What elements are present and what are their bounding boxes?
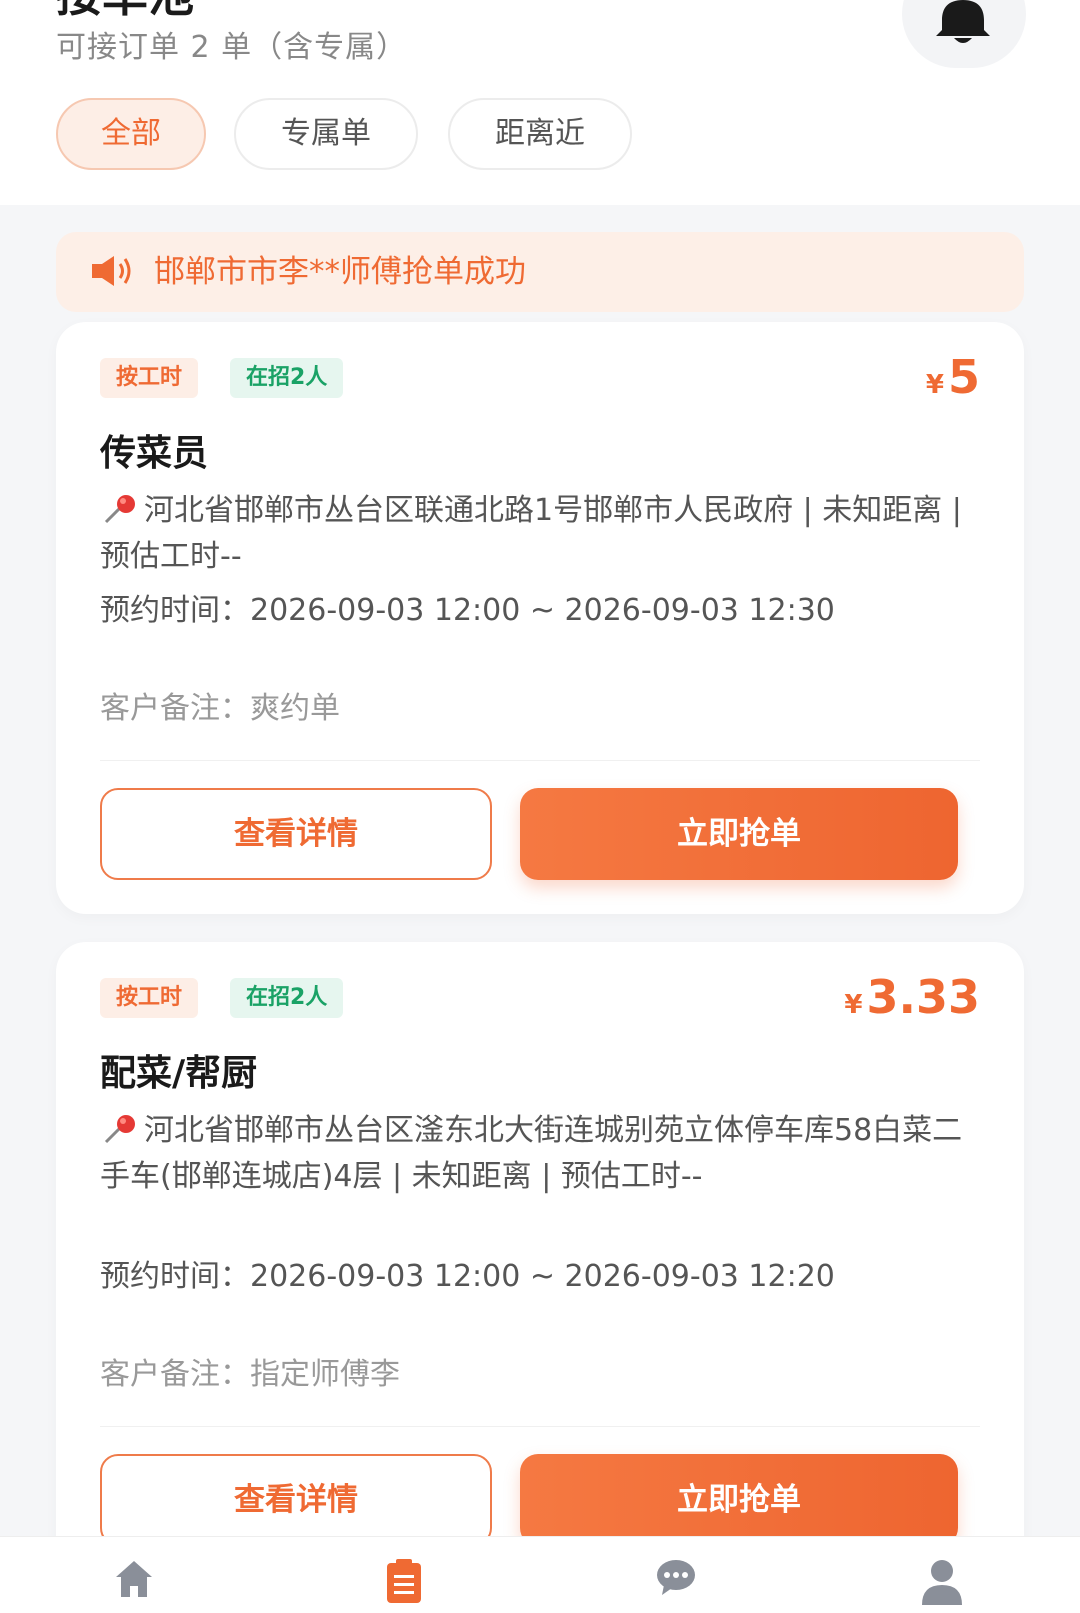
appointment-time: 预约时间：2026-09-03 12:00 ~ 2026-09-03 12:30 — [100, 593, 835, 628]
order-pool-page: 接单池 可接订单 2 单（含专属） 全部 专属单 距离近 邯郸市市李**师傅抢单… — [0, 0, 1080, 1613]
location-pin-icon — [104, 1115, 135, 1144]
view-details-button[interactable]: 查看详情 — [100, 788, 492, 880]
bell-icon — [936, 0, 990, 43]
address-text: 河北省邯郸市丛台区联通北路1号邯郸市人民政府 | 未知距离 | 预估工时-- — [100, 493, 962, 574]
currency-symbol: ¥ — [925, 370, 944, 400]
filter-all[interactable]: 全部 — [56, 98, 206, 170]
billing-type-tag: 按工时 — [100, 358, 199, 398]
home-icon — [116, 1561, 152, 1597]
page-title: 接单池 — [56, 0, 194, 20]
tab-home[interactable] — [94, 1537, 174, 1613]
location-pin-icon — [104, 495, 135, 524]
address-text: 河北省邯郸市丛台区滏东北大街连城别苑立体停车库58白菜二手车(邯郸连城店)4层 … — [100, 1113, 963, 1194]
order-address: 河北省邯郸市丛台区滏东北大街连城别苑立体停车库58白菜二手车(邯郸连城店)4层 … — [100, 1108, 980, 1200]
grab-order-button[interactable]: 立即抢单 — [520, 788, 958, 880]
customer-note: 客户备注：指定师傅李 — [100, 1357, 400, 1392]
header: 接单池 可接订单 2 单（含专属） 全部 专属单 距离近 — [0, 0, 1080, 205]
filter-exclusive[interactable]: 专属单 — [234, 98, 418, 170]
card-divider — [100, 1426, 980, 1427]
grab-success-banner: 邯郸市市李**师傅抢单成功 — [56, 232, 1024, 312]
order-price: ¥5 — [926, 350, 980, 404]
card-divider — [100, 760, 980, 761]
bottom-tab-bar — [0, 1536, 1080, 1613]
profile-icon — [922, 1560, 962, 1605]
appointment-time: 预约时间：2026-09-03 12:00 ~ 2026-09-03 12:20 — [100, 1259, 835, 1294]
price-amount: 5 — [947, 350, 980, 404]
filter-nearby[interactable]: 距离近 — [448, 98, 632, 170]
banner-text: 邯郸市市李**师傅抢单成功 — [154, 254, 526, 290]
customer-note: 客户备注：爽约单 — [100, 691, 340, 726]
orders-icon — [387, 1559, 421, 1603]
hiring-count-tag: 在招2人 — [230, 978, 344, 1018]
view-details-button[interactable]: 查看详情 — [100, 1454, 492, 1546]
job-title: 传菜员 — [100, 433, 209, 474]
grab-order-button[interactable]: 立即抢单 — [520, 1454, 958, 1546]
job-title: 配菜/帮厨 — [100, 1053, 258, 1094]
tab-orders[interactable] — [364, 1537, 444, 1613]
notification-button[interactable] — [902, 0, 1026, 68]
order-price: ¥3.33 — [844, 970, 980, 1024]
order-count-subtitle: 可接订单 2 单（含专属） — [56, 30, 408, 65]
order-card: 按工时 在招2人 ¥3.33 配菜/帮厨 河北省邯郸市丛台区滏东北大街连城别苑立… — [56, 942, 1024, 1582]
price-amount: 3.33 — [866, 970, 981, 1024]
tab-messages[interactable] — [636, 1537, 716, 1613]
order-card: 按工时 在招2人 ¥5 传菜员 河北省邯郸市丛台区联通北路1号邯郸市人民政府 |… — [56, 322, 1024, 914]
message-icon — [657, 1560, 695, 1595]
order-address: 河北省邯郸市丛台区联通北路1号邯郸市人民政府 | 未知距离 | 预估工时-- — [100, 488, 980, 580]
billing-type-tag: 按工时 — [100, 978, 199, 1018]
currency-symbol: ¥ — [844, 990, 863, 1020]
speaker-icon — [92, 256, 131, 286]
tab-profile[interactable] — [900, 1537, 980, 1613]
hiring-count-tag: 在招2人 — [230, 358, 344, 398]
